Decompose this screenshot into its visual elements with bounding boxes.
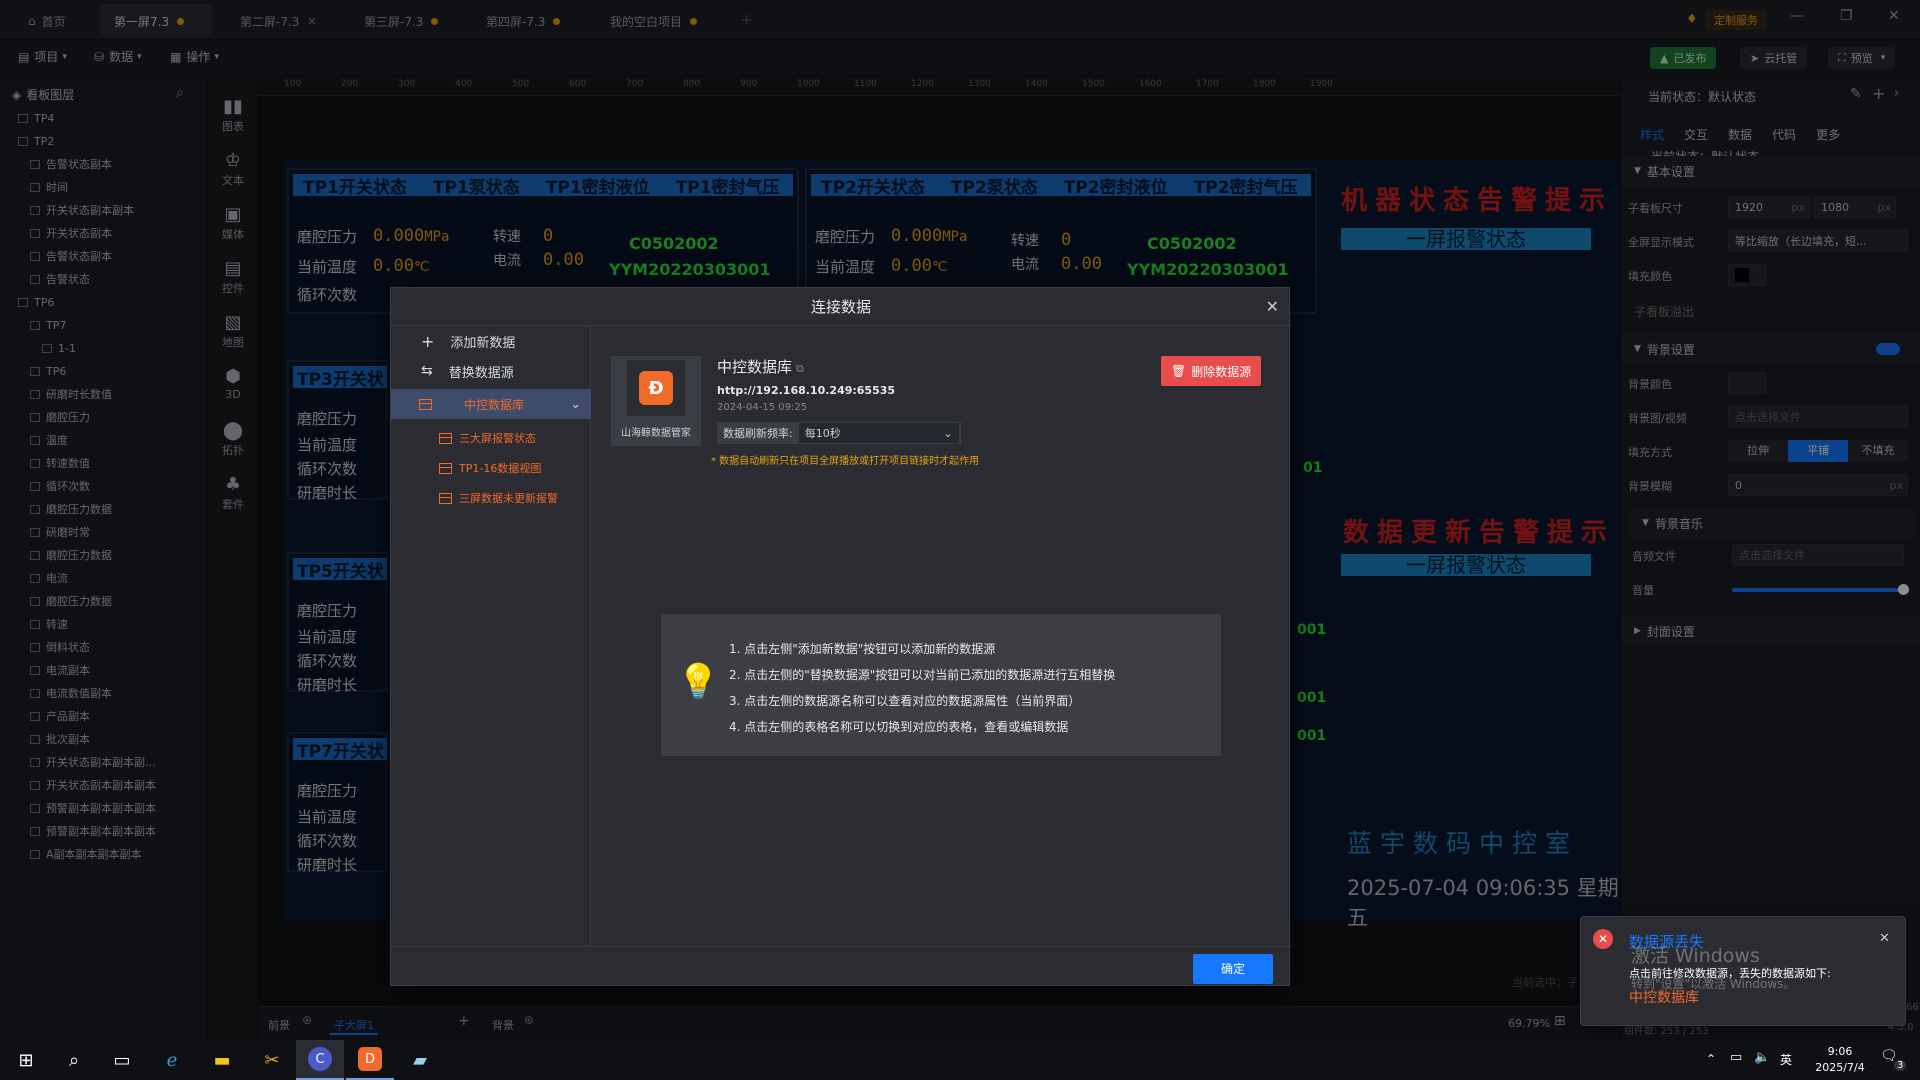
confirm-button[interactable]: 确定 bbox=[1193, 954, 1273, 984]
notification-count: 3 bbox=[1894, 1060, 1907, 1071]
source-logo: Ð 山海鲸数据管家 bbox=[611, 356, 701, 446]
app-c-icon[interactable]: C bbox=[296, 1040, 344, 1080]
volume-muted-icon[interactable]: 🔈 bbox=[1754, 1050, 1770, 1065]
datasource-lost-toast[interactable]: ✕ 数据源丢失 激活 Windows 点击前往修改数据源，丢失的数据源如下: 转… bbox=[1580, 916, 1906, 1026]
button-label: 添加新数据 bbox=[450, 335, 516, 351]
app-d-glyph: D bbox=[358, 1047, 382, 1071]
datasource-item[interactable]: 中控数据库 ⌄ bbox=[391, 389, 591, 419]
network-icon[interactable]: ▭ bbox=[1730, 1050, 1742, 1065]
table-icon bbox=[439, 462, 452, 474]
datasource-sidebar: + 添加新数据 ⇆ 替换数据源 中控数据库 ⌄ 三大屏报警状态 TP1-16数据视图 … bbox=[391, 326, 591, 946]
table-name: TP1-16数据视图 bbox=[459, 462, 542, 475]
taskbar: ⊞ ⌕ ▭ ℯ ▬ ✂ C D ▰ ⌃ ▭ 🔈 英 9:06 2025/7/4 … bbox=[0, 1040, 1920, 1080]
tip-item: 1. 点击左侧"添加新数据"按钮可以添加新的数据源 bbox=[729, 642, 996, 656]
source-date: 2024-04-15 09:25 bbox=[717, 402, 808, 413]
error-icon: ✕ bbox=[1593, 929, 1613, 949]
add-data-button[interactable]: + 添加新数据 bbox=[391, 326, 591, 356]
chevron-down-icon: ⌄ bbox=[943, 426, 953, 440]
table-item[interactable]: 三屏数据未更新报警 bbox=[439, 490, 558, 506]
ime-indicator[interactable]: 英 bbox=[1780, 1051, 1792, 1068]
refresh-select[interactable]: 每10秒 ⌄ bbox=[798, 423, 959, 443]
table-item[interactable]: 三大屏报警状态 bbox=[439, 430, 536, 446]
tips-list: 1. 点击左侧"添加新数据"按钮可以添加新的数据源 2. 点击左侧的"替换数据源… bbox=[729, 636, 1115, 740]
dialog-footer: 确定 bbox=[391, 946, 1291, 987]
datasource-name: 中控数据库 bbox=[464, 397, 525, 412]
trash-icon: 🗑 bbox=[1171, 364, 1187, 378]
lost-source-link[interactable]: 中控数据库 bbox=[1629, 987, 1699, 1007]
tip-item: 2. 点击左侧的"替换数据源"按钮可以对当前已添加的数据源进行互相替换 bbox=[729, 668, 1116, 682]
task-view-icon[interactable]: ▭ bbox=[98, 1040, 146, 1080]
clock[interactable]: 9:06 2025/7/4 bbox=[1806, 1044, 1874, 1076]
notepad-icon[interactable]: ▰ bbox=[396, 1040, 444, 1080]
clock-date: 2025/7/4 bbox=[1815, 1061, 1865, 1074]
tip-item: 3. 点击左侧的数据源名称可以查看对应的数据源属性（当前界面） bbox=[729, 694, 1081, 708]
table-name: 三大屏报警状态 bbox=[459, 432, 536, 445]
delete-source-button[interactable]: 🗑 删除数据源 bbox=[1161, 356, 1262, 386]
brand-icon: Ð bbox=[639, 371, 673, 405]
refresh-value: 每10秒 bbox=[804, 427, 841, 440]
connect-data-dialog: 连接数据 ✕ + 添加新数据 ⇆ 替换数据源 中控数据库 ⌄ 三大屏报警状态 TP1-… bbox=[390, 287, 1291, 987]
refresh-note: * 数据自动刷新只在项目全屏播放或打开项目链接时才起作用 bbox=[711, 456, 980, 467]
activation-watermark: 激活 Windows bbox=[1631, 945, 1760, 967]
chevron-up-icon[interactable]: ⌃ bbox=[1706, 1052, 1716, 1066]
source-logo-icon: Ð bbox=[627, 360, 685, 416]
source-url: http://192.168.10.249:65535 bbox=[717, 384, 896, 397]
chevron-down-icon: ⌄ bbox=[570, 396, 581, 412]
clock-time: 9:06 bbox=[1827, 1045, 1853, 1058]
swap-icon: ⇆ bbox=[421, 363, 433, 379]
source-caption: 山海鲸数据管家 bbox=[621, 428, 691, 439]
plus-icon: + bbox=[421, 331, 435, 351]
button-label: 替换数据源 bbox=[448, 365, 514, 381]
windows-start-icon[interactable]: ⊞ bbox=[2, 1040, 50, 1080]
tips-box: 💡 1. 点击左侧"添加新数据"按钮可以添加新的数据源 2. 点击左侧的"替换数… bbox=[661, 614, 1221, 756]
search-icon[interactable]: ⌕ bbox=[50, 1040, 98, 1080]
table-name: 三屏数据未更新报警 bbox=[459, 492, 558, 505]
file-explorer-icon[interactable]: ▬ bbox=[198, 1040, 246, 1080]
shanhaijing-app-icon[interactable]: D bbox=[346, 1040, 394, 1080]
ie-browser-icon[interactable]: ℯ bbox=[148, 1040, 196, 1080]
table-item[interactable]: TP1-16数据视图 bbox=[439, 460, 541, 476]
refresh-frequency: 数据刷新频率: 每10秒 ⌄ bbox=[717, 422, 961, 444]
close-icon[interactable]: ✕ bbox=[1266, 288, 1279, 326]
table-icon bbox=[439, 492, 452, 504]
tip-item: 4. 点击左侧的表格名称可以切换到对应的表格，查看或编辑数据 bbox=[729, 720, 1069, 734]
copy-icon[interactable]: ⧉ bbox=[796, 362, 804, 375]
app-c-glyph: C bbox=[308, 1047, 332, 1071]
dialog-title: 连接数据 bbox=[810, 298, 871, 316]
tools-app-icon[interactable]: ✂ bbox=[248, 1040, 296, 1080]
source-name: 中控数据库 bbox=[717, 358, 793, 376]
table-icon bbox=[439, 432, 452, 444]
replace-data-button[interactable]: ⇆ 替换数据源 bbox=[391, 356, 591, 386]
button-label: 删除数据源 bbox=[1191, 364, 1252, 379]
close-icon[interactable]: ✕ bbox=[1879, 931, 1890, 946]
lightbulb-icon: 💡 bbox=[677, 662, 720, 702]
refresh-label: 数据刷新频率: bbox=[723, 427, 793, 440]
source-title: 中控数据库 ⧉ bbox=[717, 356, 804, 377]
dialog-header: 连接数据 ✕ bbox=[391, 288, 1291, 326]
database-icon bbox=[419, 398, 432, 410]
